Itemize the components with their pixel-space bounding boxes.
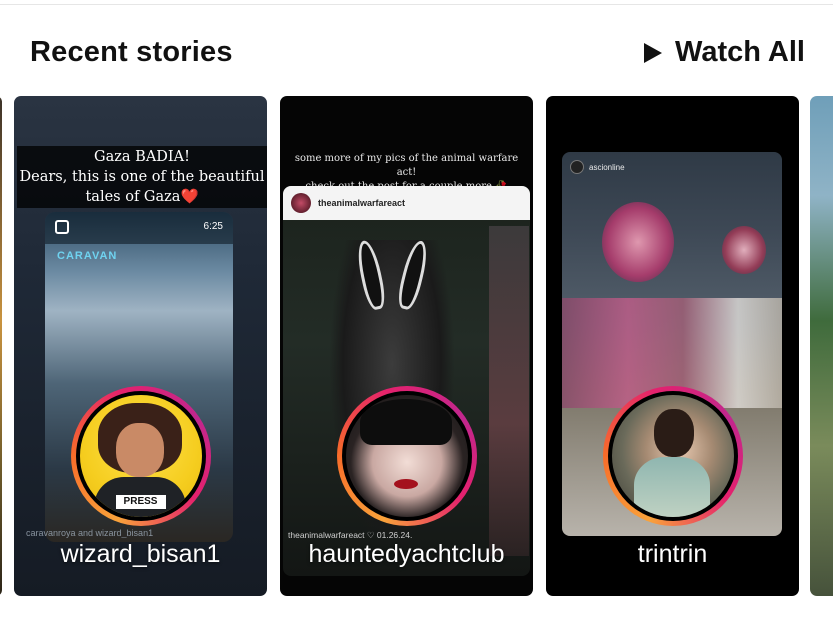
post-handle: theanimalwarfareact: [318, 198, 406, 208]
section-title: Recent stories: [30, 36, 233, 68]
story-card-partial-right[interactable]: [810, 96, 833, 596]
reel-icon: [55, 220, 69, 234]
story-card[interactable]: some more of my pics of the animal warfa…: [280, 96, 533, 596]
avatar-ring: [602, 386, 743, 526]
story-username: wizard_bisan1: [60, 540, 221, 568]
preview-label: CARAVAN: [57, 250, 118, 262]
story-preview-caption: Gaza BADIA! Dears, this is one of the be…: [17, 146, 267, 208]
post-avatar: [291, 193, 311, 213]
story-username: trintrin: [637, 540, 708, 568]
top-divider: [0, 4, 833, 5]
story-card[interactable]: Gaza BADIA! Dears, this is one of the be…: [14, 96, 267, 596]
avatar: [611, 395, 734, 517]
avatar: [345, 395, 468, 517]
preview-credit: caravanroya and wizard_bisan1: [26, 528, 154, 538]
avatar-ring: PRESS: [70, 386, 211, 526]
watch-all-button[interactable]: Watch All: [643, 36, 805, 69]
post-brand: ascionline: [570, 160, 625, 174]
avatar: PRESS: [79, 395, 202, 517]
story-card[interactable]: ascionline trintrin: [546, 96, 799, 596]
story-card-partial-left[interactable]: [0, 96, 2, 596]
preview-time: 6:25: [203, 221, 223, 232]
stories-header: Recent stories Watch All: [0, 30, 833, 76]
story-username: hauntedyachtclub: [308, 540, 505, 568]
stories-carousel[interactable]: Gaza BADIA! Dears, this is one of the be…: [0, 96, 833, 598]
press-badge: PRESS: [115, 495, 166, 509]
play-icon: [644, 42, 663, 63]
watch-all-label: Watch All: [675, 36, 805, 68]
brand-logo: [570, 160, 584, 174]
avatar-ring: [336, 386, 477, 526]
post-header: theanimalwarfareact: [283, 186, 530, 220]
